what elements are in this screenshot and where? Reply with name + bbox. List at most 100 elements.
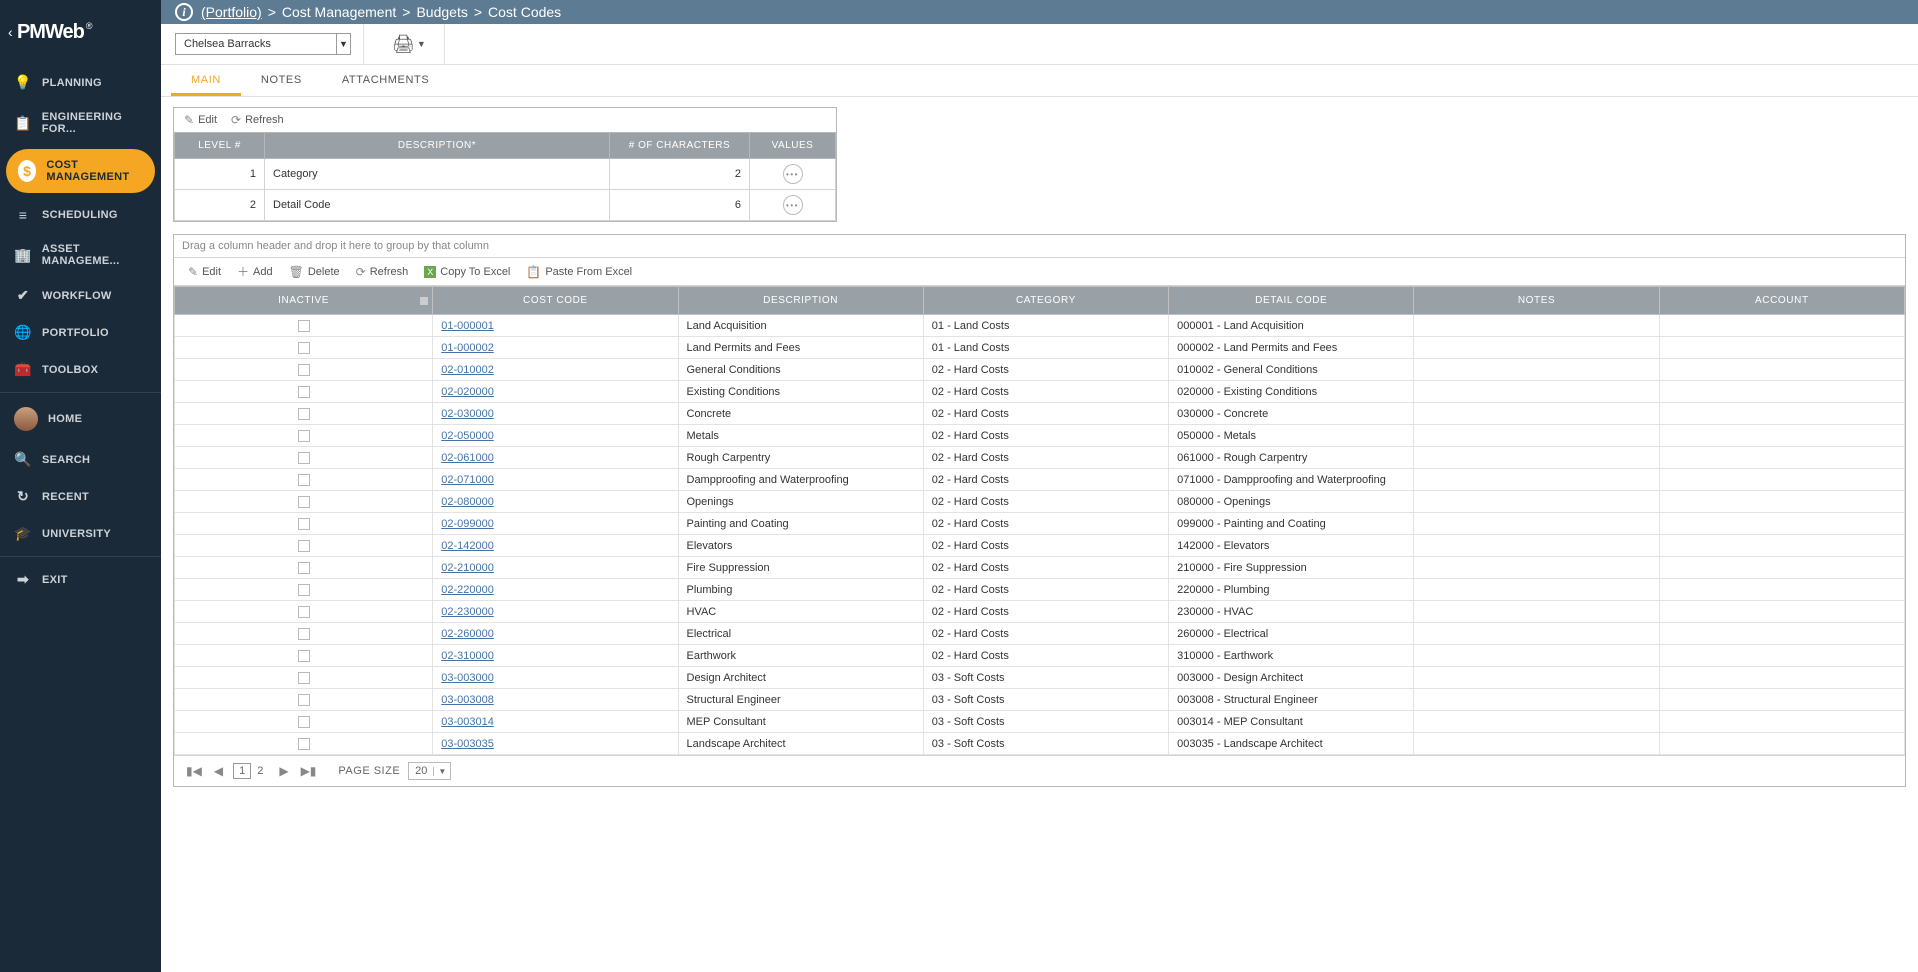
- checkbox[interactable]: [298, 716, 310, 728]
- checkbox[interactable]: [298, 738, 310, 750]
- pager-page[interactable]: 2: [251, 763, 269, 779]
- table-row[interactable]: 02-061000Rough Carpentry02 - Hard Costs0…: [175, 447, 1905, 469]
- sidebar-item-portfolio[interactable]: 🌐PORTFOLIO: [0, 314, 161, 351]
- back-icon[interactable]: ‹: [8, 24, 13, 40]
- table-row[interactable]: 02-020000Existing Conditions02 - Hard Co…: [175, 381, 1905, 403]
- pager-prev-icon[interactable]: ◀: [212, 764, 225, 778]
- refresh-button[interactable]: ⟳ Refresh: [231, 113, 284, 127]
- sidebar-item-toolbox[interactable]: 🧰TOOLBOX: [0, 351, 161, 388]
- pager-last-icon[interactable]: ▶▮: [299, 764, 319, 778]
- col-values[interactable]: VALUES: [750, 133, 836, 159]
- cost-code-cell[interactable]: 02-030000: [433, 403, 678, 425]
- checkbox[interactable]: [298, 694, 310, 706]
- tab-notes[interactable]: NOTES: [241, 65, 322, 96]
- cost-code-cell[interactable]: 01-000002: [433, 337, 678, 359]
- col-characters[interactable]: # OF CHARACTERS: [610, 133, 750, 159]
- info-icon[interactable]: i: [175, 3, 193, 21]
- edit-button[interactable]: ✎Edit: [188, 265, 221, 279]
- cost-code-cell[interactable]: 02-061000: [433, 447, 678, 469]
- cost-code-cell[interactable]: 02-210000: [433, 557, 678, 579]
- tab-main[interactable]: MAIN: [171, 65, 241, 96]
- checkbox[interactable]: [298, 408, 310, 420]
- table-row[interactable]: 03-003008Structural Engineer03 - Soft Co…: [175, 689, 1905, 711]
- logo[interactable]: ‹ PMWeb ®: [0, 0, 161, 64]
- sidebar-item-university[interactable]: 🎓UNIVERSITY: [0, 515, 161, 552]
- table-row[interactable]: 02-260000Electrical02 - Hard Costs260000…: [175, 623, 1905, 645]
- ellipsis-icon[interactable]: •••: [783, 195, 803, 215]
- cost-code-cell[interactable]: 02-050000: [433, 425, 678, 447]
- chevron-down-icon[interactable]: ▼: [417, 39, 426, 49]
- copy-excel-button[interactable]: XCopy To Excel: [424, 266, 510, 278]
- checkbox[interactable]: [298, 672, 310, 684]
- sidebar-item-asset-manageme-[interactable]: 🏢ASSET MANAGEME...: [0, 233, 161, 277]
- pager-page[interactable]: 1: [233, 763, 251, 779]
- chevron-down-icon[interactable]: ▼: [433, 767, 450, 776]
- checkbox[interactable]: [298, 342, 310, 354]
- page-size-selector[interactable]: 20 ▼: [408, 762, 451, 780]
- ellipsis-icon[interactable]: •••: [783, 164, 803, 184]
- checkbox[interactable]: [298, 452, 310, 464]
- paste-excel-button[interactable]: 📋Paste From Excel: [526, 265, 632, 279]
- checkbox[interactable]: [298, 518, 310, 530]
- checkbox[interactable]: [298, 628, 310, 640]
- checkbox[interactable]: [298, 320, 310, 332]
- cost-code-cell[interactable]: 03-003014: [433, 711, 678, 733]
- table-row[interactable]: 02-099000Painting and Coating02 - Hard C…: [175, 513, 1905, 535]
- checkbox[interactable]: [298, 364, 310, 376]
- level-row[interactable]: 1Category2•••: [175, 159, 836, 190]
- sidebar-item-scheduling[interactable]: ≡SCHEDULING: [0, 197, 161, 233]
- checkbox[interactable]: [298, 386, 310, 398]
- table-row[interactable]: 02-030000Concrete02 - Hard Costs030000 -…: [175, 403, 1905, 425]
- table-row[interactable]: 02-310000Earthwork02 - Hard Costs310000 …: [175, 645, 1905, 667]
- table-row[interactable]: 03-003014MEP Consultant03 - Soft Costs00…: [175, 711, 1905, 733]
- table-row[interactable]: 02-220000Plumbing02 - Hard Costs220000 -…: [175, 579, 1905, 601]
- refresh-button[interactable]: ⟳Refresh: [356, 265, 409, 279]
- breadcrumb-portfolio[interactable]: (Portfolio): [201, 4, 262, 20]
- checkbox[interactable]: [298, 650, 310, 662]
- col-category[interactable]: CATEGORY: [923, 287, 1168, 315]
- col-description[interactable]: DESCRIPTION: [678, 287, 923, 315]
- checkbox[interactable]: [298, 584, 310, 596]
- cost-code-cell[interactable]: 03-003035: [433, 733, 678, 755]
- col-cost-code[interactable]: COST CODE: [433, 287, 678, 315]
- table-row[interactable]: 03-003000Design Architect03 - Soft Costs…: [175, 667, 1905, 689]
- table-row[interactable]: 02-080000Openings02 - Hard Costs080000 -…: [175, 491, 1905, 513]
- table-row[interactable]: 02-050000Metals02 - Hard Costs050000 - M…: [175, 425, 1905, 447]
- cost-code-cell[interactable]: 03-003008: [433, 689, 678, 711]
- sidebar-item-search[interactable]: 🔍SEARCH: [0, 441, 161, 478]
- group-drop-zone[interactable]: Drag a column header and drop it here to…: [174, 235, 1905, 258]
- col-level[interactable]: LEVEL #: [175, 133, 265, 159]
- table-row[interactable]: 02-210000Fire Suppression02 - Hard Costs…: [175, 557, 1905, 579]
- cost-code-cell[interactable]: 02-230000: [433, 601, 678, 623]
- table-row[interactable]: 02-071000Dampproofing and Waterproofing0…: [175, 469, 1905, 491]
- sidebar-item-engineering-for-[interactable]: 📋ENGINEERING FOR...: [0, 101, 161, 145]
- cost-code-cell[interactable]: 02-220000: [433, 579, 678, 601]
- pager-next-icon[interactable]: ▶: [277, 764, 290, 778]
- col-description[interactable]: DESCRIPTION*: [265, 133, 610, 159]
- sidebar-item-workflow[interactable]: ✔WORKFLOW: [0, 277, 161, 314]
- edit-button[interactable]: ✎ Edit: [184, 113, 217, 127]
- checkbox[interactable]: [298, 562, 310, 574]
- checkbox[interactable]: [298, 430, 310, 442]
- cost-code-cell[interactable]: 01-000001: [433, 315, 678, 337]
- sidebar-item-exit[interactable]: ➡EXIT: [0, 561, 161, 598]
- cost-code-cell[interactable]: 03-003000: [433, 667, 678, 689]
- checkbox[interactable]: [298, 606, 310, 618]
- cost-code-cell[interactable]: 02-071000: [433, 469, 678, 491]
- cost-code-cell[interactable]: 02-260000: [433, 623, 678, 645]
- cost-code-cell[interactable]: 02-142000: [433, 535, 678, 557]
- cost-code-cell[interactable]: 02-080000: [433, 491, 678, 513]
- col-account[interactable]: ACCOUNT: [1659, 287, 1904, 315]
- filter-handle-icon[interactable]: [420, 297, 428, 305]
- checkbox[interactable]: [298, 540, 310, 552]
- col-inactive[interactable]: INACTIVE: [175, 287, 433, 315]
- col-notes[interactable]: NOTES: [1414, 287, 1659, 315]
- cost-code-cell[interactable]: 02-020000: [433, 381, 678, 403]
- checkbox[interactable]: [298, 474, 310, 486]
- cost-code-cell[interactable]: 02-010002: [433, 359, 678, 381]
- level-row[interactable]: 2Detail Code6•••: [175, 190, 836, 221]
- tab-attachments[interactable]: ATTACHMENTS: [322, 65, 449, 96]
- chevron-down-icon[interactable]: ▼: [336, 34, 350, 54]
- table-row[interactable]: 02-230000HVAC02 - Hard Costs230000 - HVA…: [175, 601, 1905, 623]
- col-detail-code[interactable]: DETAIL CODE: [1169, 287, 1414, 315]
